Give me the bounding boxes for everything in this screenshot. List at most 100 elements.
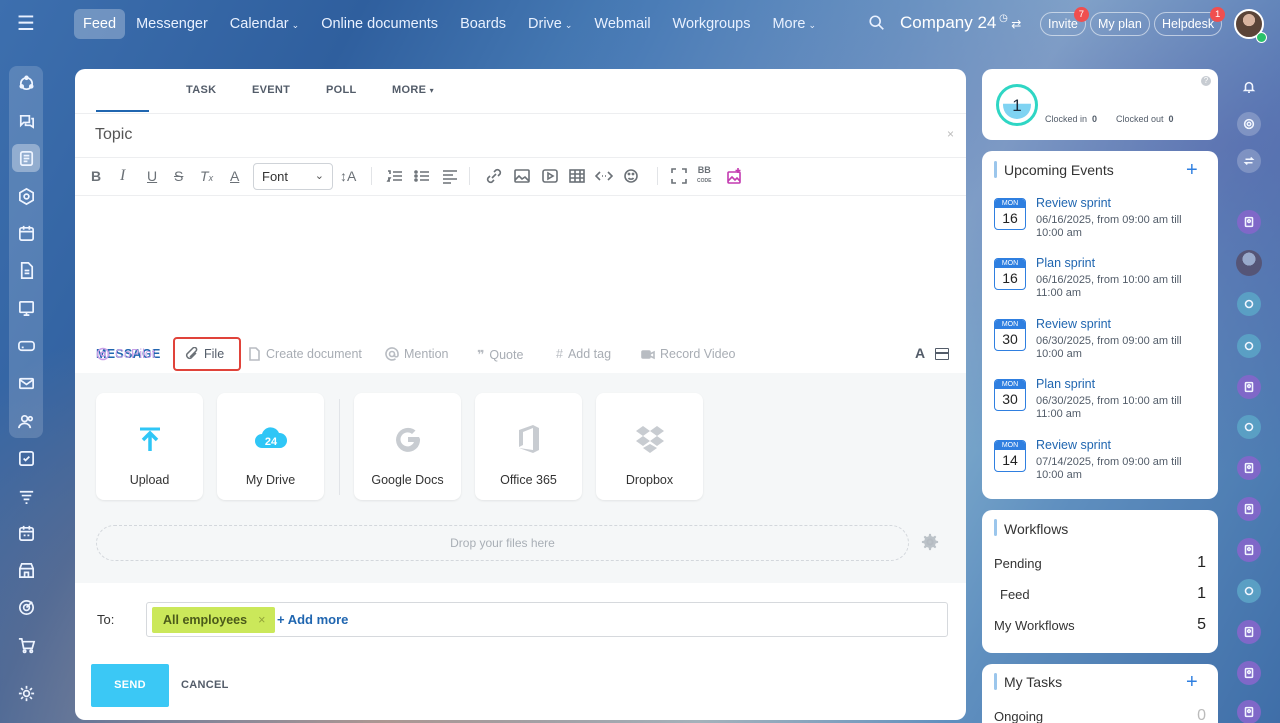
add-more-link[interactable]: + Add more bbox=[277, 612, 348, 627]
italic-icon[interactable]: I bbox=[120, 167, 125, 185]
contact-icon[interactable] bbox=[1234, 372, 1264, 402]
my-plan-button[interactable]: My plan bbox=[1090, 12, 1150, 36]
add-tag-button[interactable]: # Add tag bbox=[556, 347, 611, 361]
nav-workgroups[interactable]: Workgroups bbox=[662, 9, 762, 39]
workflow-row-my-workflows[interactable]: My Workflows 5 bbox=[994, 616, 1206, 633]
sidebar-workgroups-icon[interactable] bbox=[9, 404, 43, 438]
sidebar-hexagon-icon[interactable] bbox=[9, 179, 43, 213]
event-item[interactable]: MON 16 Review sprint 06/16/2025, from 09:00… bbox=[994, 196, 1214, 256]
sidebar-messenger-icon[interactable] bbox=[9, 104, 43, 138]
bulleted-list-icon[interactable] bbox=[413, 167, 431, 185]
event-item[interactable]: MON 30 Plan sprint 06/30/2025, from 10:00 a… bbox=[994, 377, 1214, 437]
helpdesk-button[interactable]: Helpdesk 1 bbox=[1154, 7, 1226, 36]
sidebar-crm-icon[interactable] bbox=[9, 479, 43, 513]
search-icon[interactable] bbox=[868, 14, 888, 34]
sidebar-store-icon[interactable] bbox=[9, 553, 43, 587]
event-name[interactable]: Plan sprint bbox=[1036, 377, 1095, 391]
link-icon[interactable] bbox=[485, 167, 503, 185]
sync-icon[interactable] bbox=[1234, 146, 1264, 176]
chat-icon[interactable] bbox=[1234, 289, 1264, 319]
remove-recipient-icon[interactable]: × bbox=[258, 613, 265, 627]
fullscreen-icon[interactable] bbox=[670, 167, 688, 185]
chat-icon[interactable] bbox=[1234, 412, 1264, 442]
sidebar-booking-icon[interactable] bbox=[9, 516, 43, 550]
table-icon[interactable] bbox=[568, 167, 586, 185]
file-button[interactable]: File bbox=[185, 347, 224, 361]
contact-icon[interactable] bbox=[1234, 617, 1264, 647]
panel-toggle-icon[interactable] bbox=[935, 348, 949, 360]
event-name[interactable]: Review sprint bbox=[1036, 438, 1111, 452]
event-name[interactable]: Review sprint bbox=[1036, 196, 1111, 210]
nav-online-documents[interactable]: Online documents bbox=[310, 9, 449, 39]
topic-input[interactable]: Topic bbox=[95, 126, 132, 144]
office-365-tile[interactable]: Office 365 bbox=[475, 393, 582, 500]
clock-in-counter[interactable]: 1 bbox=[996, 84, 1038, 126]
quote-button[interactable]: ❞ Quote bbox=[477, 347, 523, 363]
event-item[interactable]: MON 14 Review sprint 07/14/2025, from 09:00… bbox=[994, 438, 1214, 498]
tab-event[interactable]: EVENT bbox=[252, 84, 290, 96]
record-video-button[interactable]: Record Video bbox=[641, 347, 736, 361]
text-format-icon[interactable]: A bbox=[915, 345, 925, 361]
notifications-bell-icon[interactable] bbox=[1234, 72, 1264, 102]
contact-icon[interactable] bbox=[1234, 453, 1264, 483]
activity-icon[interactable] bbox=[1234, 109, 1264, 139]
contact-icon[interactable] bbox=[1234, 494, 1264, 524]
workflow-row-feed[interactable]: Feed 1 bbox=[994, 585, 1206, 602]
contact-icon[interactable] bbox=[1234, 697, 1264, 723]
file-drop-zone[interactable]: Drop your files here bbox=[96, 525, 909, 561]
clear-format-icon[interactable]: Tx bbox=[200, 167, 213, 187]
menu-icon[interactable]: ☰ bbox=[14, 12, 38, 36]
task-row-ongoing[interactable]: Ongoing 0 bbox=[994, 707, 1206, 723]
help-icon[interactable]: ? bbox=[1201, 76, 1211, 86]
sidebar-collaboration-icon[interactable] bbox=[9, 66, 43, 100]
send-button[interactable]: SEND bbox=[91, 664, 169, 707]
nav-messenger[interactable]: Messenger bbox=[125, 9, 219, 39]
nav-more[interactable]: More ⌄ bbox=[761, 9, 827, 39]
font-size-icon[interactable]: ↕A bbox=[340, 167, 356, 185]
align-icon[interactable] bbox=[441, 167, 459, 185]
sidebar-cart-icon[interactable] bbox=[9, 628, 43, 662]
sidebar-drive-icon[interactable] bbox=[9, 328, 43, 362]
bbcode-icon[interactable]: BB CODE bbox=[697, 166, 711, 186]
nav-webmail[interactable]: Webmail bbox=[583, 9, 661, 39]
font-select[interactable]: Font ⌄ bbox=[253, 163, 333, 190]
underline-icon[interactable]: U bbox=[147, 167, 157, 185]
contact-avatar[interactable] bbox=[1234, 248, 1264, 278]
event-name[interactable]: Plan sprint bbox=[1036, 256, 1095, 270]
nav-feed[interactable]: Feed bbox=[74, 9, 126, 39]
event-item[interactable]: MON 30 Review sprint 06/30/2025, from 09:00… bbox=[994, 317, 1214, 377]
chat-icon[interactable] bbox=[1234, 576, 1264, 606]
sidebar-boards-icon[interactable] bbox=[9, 291, 43, 325]
contact-icon[interactable] bbox=[1234, 535, 1264, 565]
recipients-field[interactable]: All employees × + Add more bbox=[146, 602, 948, 637]
mention-button[interactable]: Mention bbox=[385, 347, 448, 361]
workflow-row-pending[interactable]: Pending 1 bbox=[994, 554, 1206, 571]
sidebar-settings-icon[interactable] bbox=[9, 676, 43, 710]
tab-more[interactable]: MORE ▾ bbox=[392, 84, 434, 96]
nav-calendar[interactable]: Calendar ⌄ bbox=[219, 9, 310, 39]
create-document-button[interactable]: Create document bbox=[247, 347, 362, 361]
add-event-icon[interactable]: + bbox=[1186, 160, 1198, 180]
invite-button[interactable]: Invite 7 bbox=[1040, 7, 1089, 36]
sidebar-tasks-icon[interactable] bbox=[9, 441, 43, 475]
tab-poll[interactable]: POLL bbox=[326, 84, 357, 96]
sidebar-mail-icon[interactable] bbox=[9, 366, 43, 400]
numbered-list-icon[interactable] bbox=[386, 167, 404, 185]
nav-boards[interactable]: Boards bbox=[449, 9, 517, 39]
recipient-chip[interactable]: All employees × bbox=[152, 607, 276, 633]
upload-tile[interactable]: Upload bbox=[96, 393, 203, 500]
contact-icon[interactable] bbox=[1234, 658, 1264, 688]
google-docs-tile[interactable]: Google Docs bbox=[354, 393, 461, 500]
my-drive-tile[interactable]: 24 My Drive bbox=[217, 393, 324, 500]
emoji-icon[interactable] bbox=[623, 167, 641, 185]
text-color-icon[interactable]: A bbox=[230, 167, 239, 185]
add-task-icon[interactable]: + bbox=[1186, 672, 1198, 692]
nav-drive[interactable]: Drive ⌄ bbox=[517, 9, 583, 39]
copilot-button[interactable]: CoPilot bbox=[96, 347, 155, 361]
close-topic-icon[interactable]: × bbox=[947, 127, 954, 141]
gear-icon[interactable] bbox=[921, 533, 939, 551]
strikethrough-icon[interactable]: S bbox=[174, 167, 183, 185]
company-name[interactable]: Company 24 ◷ ⇄ bbox=[900, 13, 1021, 33]
dropbox-tile[interactable]: Dropbox bbox=[596, 393, 703, 500]
code-icon[interactable] bbox=[594, 167, 614, 185]
